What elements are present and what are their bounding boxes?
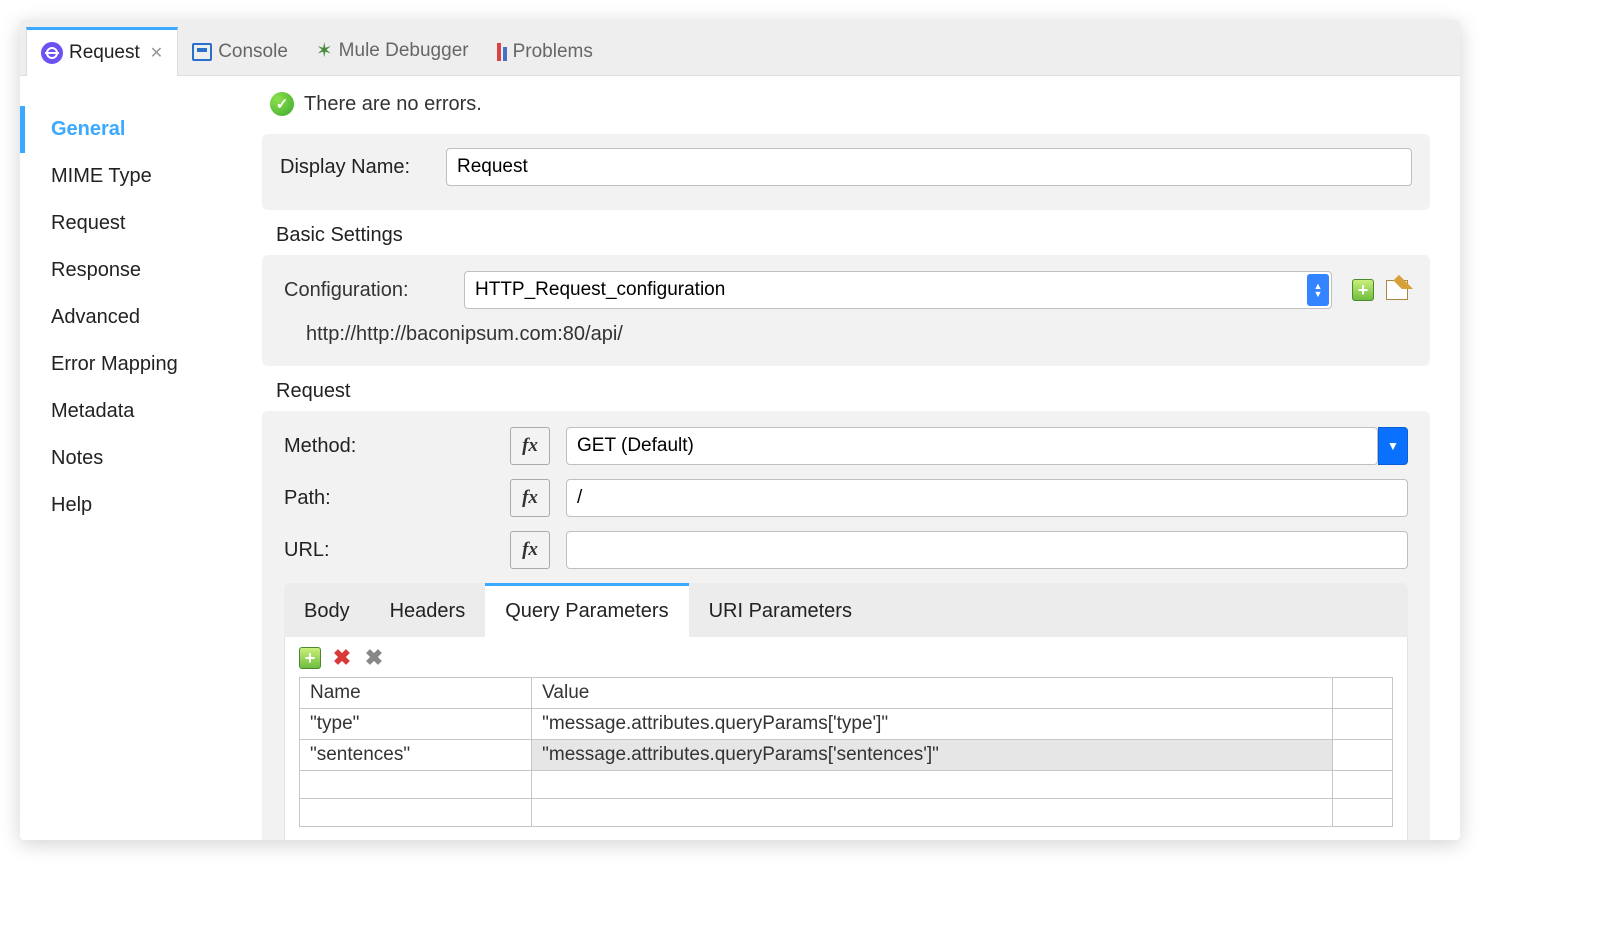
url-input[interactable]: [566, 531, 1408, 569]
display-name-label: Display Name:: [280, 156, 430, 179]
subtab-label: Query Parameters: [505, 600, 668, 622]
method-combo-value[interactable]: [566, 427, 1378, 465]
table-row[interactable]: "sentences" "message.attributes.queryPar…: [300, 740, 1393, 771]
display-name-panel: Display Name:: [262, 134, 1430, 210]
sidebar-item-error-mapping[interactable]: Error Mapping: [20, 341, 252, 388]
chevron-down-icon[interactable]: ▼: [1378, 427, 1408, 465]
clear-all-button[interactable]: ✖: [363, 647, 385, 669]
subtab-headers[interactable]: Headers: [370, 583, 486, 637]
col-name[interactable]: Name: [300, 678, 532, 709]
fx-expression-button[interactable]: fx: [510, 427, 550, 465]
cell-value[interactable]: "message.attributes.queryParams['type']": [532, 709, 1333, 740]
path-label: Path:: [284, 487, 494, 510]
resolved-url: http://http://baconipsum.com:80/api/: [306, 323, 1408, 346]
basic-settings-title: Basic Settings: [276, 224, 1430, 247]
console-icon: [192, 43, 212, 61]
sidebar-item-general[interactable]: General: [20, 106, 252, 153]
edit-configuration-button[interactable]: [1386, 280, 1408, 300]
sidebar-item-label: General: [51, 118, 125, 140]
cell-value[interactable]: "message.attributes.queryParams['sentenc…: [532, 740, 1333, 771]
sidebar-item-response[interactable]: Response: [20, 247, 252, 294]
tab-console-label: Console: [218, 41, 288, 63]
method-label: Method:: [284, 435, 494, 458]
path-input[interactable]: [566, 479, 1408, 517]
sidebar-item-label: Advanced: [51, 306, 140, 328]
cell-actions: [1333, 740, 1393, 771]
query-parameters-area: + ✖ ✖ Name Value: [284, 637, 1408, 840]
table-row-empty[interactable]: [300, 799, 1393, 827]
delete-row-button[interactable]: ✖: [331, 647, 353, 669]
subtab-label: URI Parameters: [709, 600, 852, 622]
sidebar-item-label: Help: [51, 494, 92, 516]
configuration-select[interactable]: ▲▼: [464, 271, 1332, 309]
table-row[interactable]: "type" "message.attributes.queryParams['…: [300, 709, 1393, 740]
sidebar-item-label: Metadata: [51, 400, 134, 422]
col-actions: [1333, 678, 1393, 709]
table-header-row: Name Value: [300, 678, 1393, 709]
debugger-icon: ✶: [316, 38, 333, 63]
table-row-empty[interactable]: [300, 771, 1393, 799]
url-label: URL:: [284, 539, 494, 562]
subtab-label: Body: [304, 600, 350, 622]
status-message: There are no errors.: [304, 93, 482, 116]
sidebar-item-notes[interactable]: Notes: [20, 435, 252, 482]
content-area: ✓ There are no errors. Display Name: Bas…: [252, 76, 1460, 840]
add-row-button[interactable]: +: [299, 647, 321, 669]
sidebar-item-advanced[interactable]: Advanced: [20, 294, 252, 341]
fx-expression-button[interactable]: fx: [510, 531, 550, 569]
configuration-select-value[interactable]: [464, 271, 1332, 309]
sidebar-item-label: Notes: [51, 447, 103, 469]
chevron-updown-icon[interactable]: ▲▼: [1307, 274, 1329, 306]
cell-actions: [1333, 709, 1393, 740]
problems-icon: [497, 43, 507, 61]
status-row: ✓ There are no errors.: [262, 76, 1430, 134]
method-combo[interactable]: ▼: [566, 427, 1408, 465]
tab-request-label: Request: [69, 42, 140, 64]
tab-problems-label: Problems: [513, 41, 593, 63]
sidebar-item-request[interactable]: Request: [20, 200, 252, 247]
request-editor-window: Request ✕ Console ✶ Mule Debugger Proble…: [20, 20, 1460, 840]
col-value[interactable]: Value: [532, 678, 1333, 709]
request-icon: [41, 42, 63, 64]
add-configuration-button[interactable]: +: [1352, 279, 1374, 301]
subtab-uri-parameters[interactable]: URI Parameters: [689, 583, 872, 637]
basic-settings-panel: Configuration: ▲▼ + http://http://baconi…: [262, 255, 1430, 366]
cell-name[interactable]: "sentences": [300, 740, 532, 771]
top-tab-bar: Request ✕ Console ✶ Mule Debugger Proble…: [20, 20, 1460, 76]
subtab-label: Headers: [390, 600, 466, 622]
sidebar-item-label: Error Mapping: [51, 353, 178, 375]
cell-name[interactable]: "type": [300, 709, 532, 740]
main-area: General MIME Type Request Response Advan…: [20, 76, 1460, 840]
tab-mule-debugger[interactable]: ✶ Mule Debugger: [302, 23, 483, 75]
sidebar-item-label: Request: [51, 212, 126, 234]
sidebar-item-metadata[interactable]: Metadata: [20, 388, 252, 435]
subtab-query-parameters[interactable]: Query Parameters: [485, 583, 688, 637]
request-sub-tabs: Body Headers Query Parameters URI Parame…: [284, 583, 1408, 637]
close-icon[interactable]: ✕: [150, 43, 163, 63]
subtab-body[interactable]: Body: [284, 583, 370, 637]
configuration-label: Configuration:: [284, 279, 444, 302]
display-name-input[interactable]: [446, 148, 1412, 186]
tab-problems[interactable]: Problems: [483, 26, 607, 75]
table-actions: + ✖ ✖: [299, 647, 1393, 669]
query-parameters-table: Name Value "type" "message.attributes.qu…: [299, 677, 1393, 827]
tab-request[interactable]: Request ✕: [26, 27, 178, 76]
sidebar-item-help[interactable]: Help: [20, 482, 252, 529]
tab-console[interactable]: Console: [178, 26, 302, 75]
sidebar-item-label: MIME Type: [51, 165, 152, 187]
check-icon: ✓: [270, 92, 294, 116]
fx-expression-button[interactable]: fx: [510, 479, 550, 517]
request-section-title: Request: [276, 380, 1430, 403]
request-panel: Method: fx ▼ Path: fx URL: fx: [262, 411, 1430, 840]
sidebar-item-label: Response: [51, 259, 141, 281]
tab-debugger-label: Mule Debugger: [339, 40, 469, 62]
sidebar-item-mime-type[interactable]: MIME Type: [20, 153, 252, 200]
sidebar: General MIME Type Request Response Advan…: [20, 76, 252, 840]
